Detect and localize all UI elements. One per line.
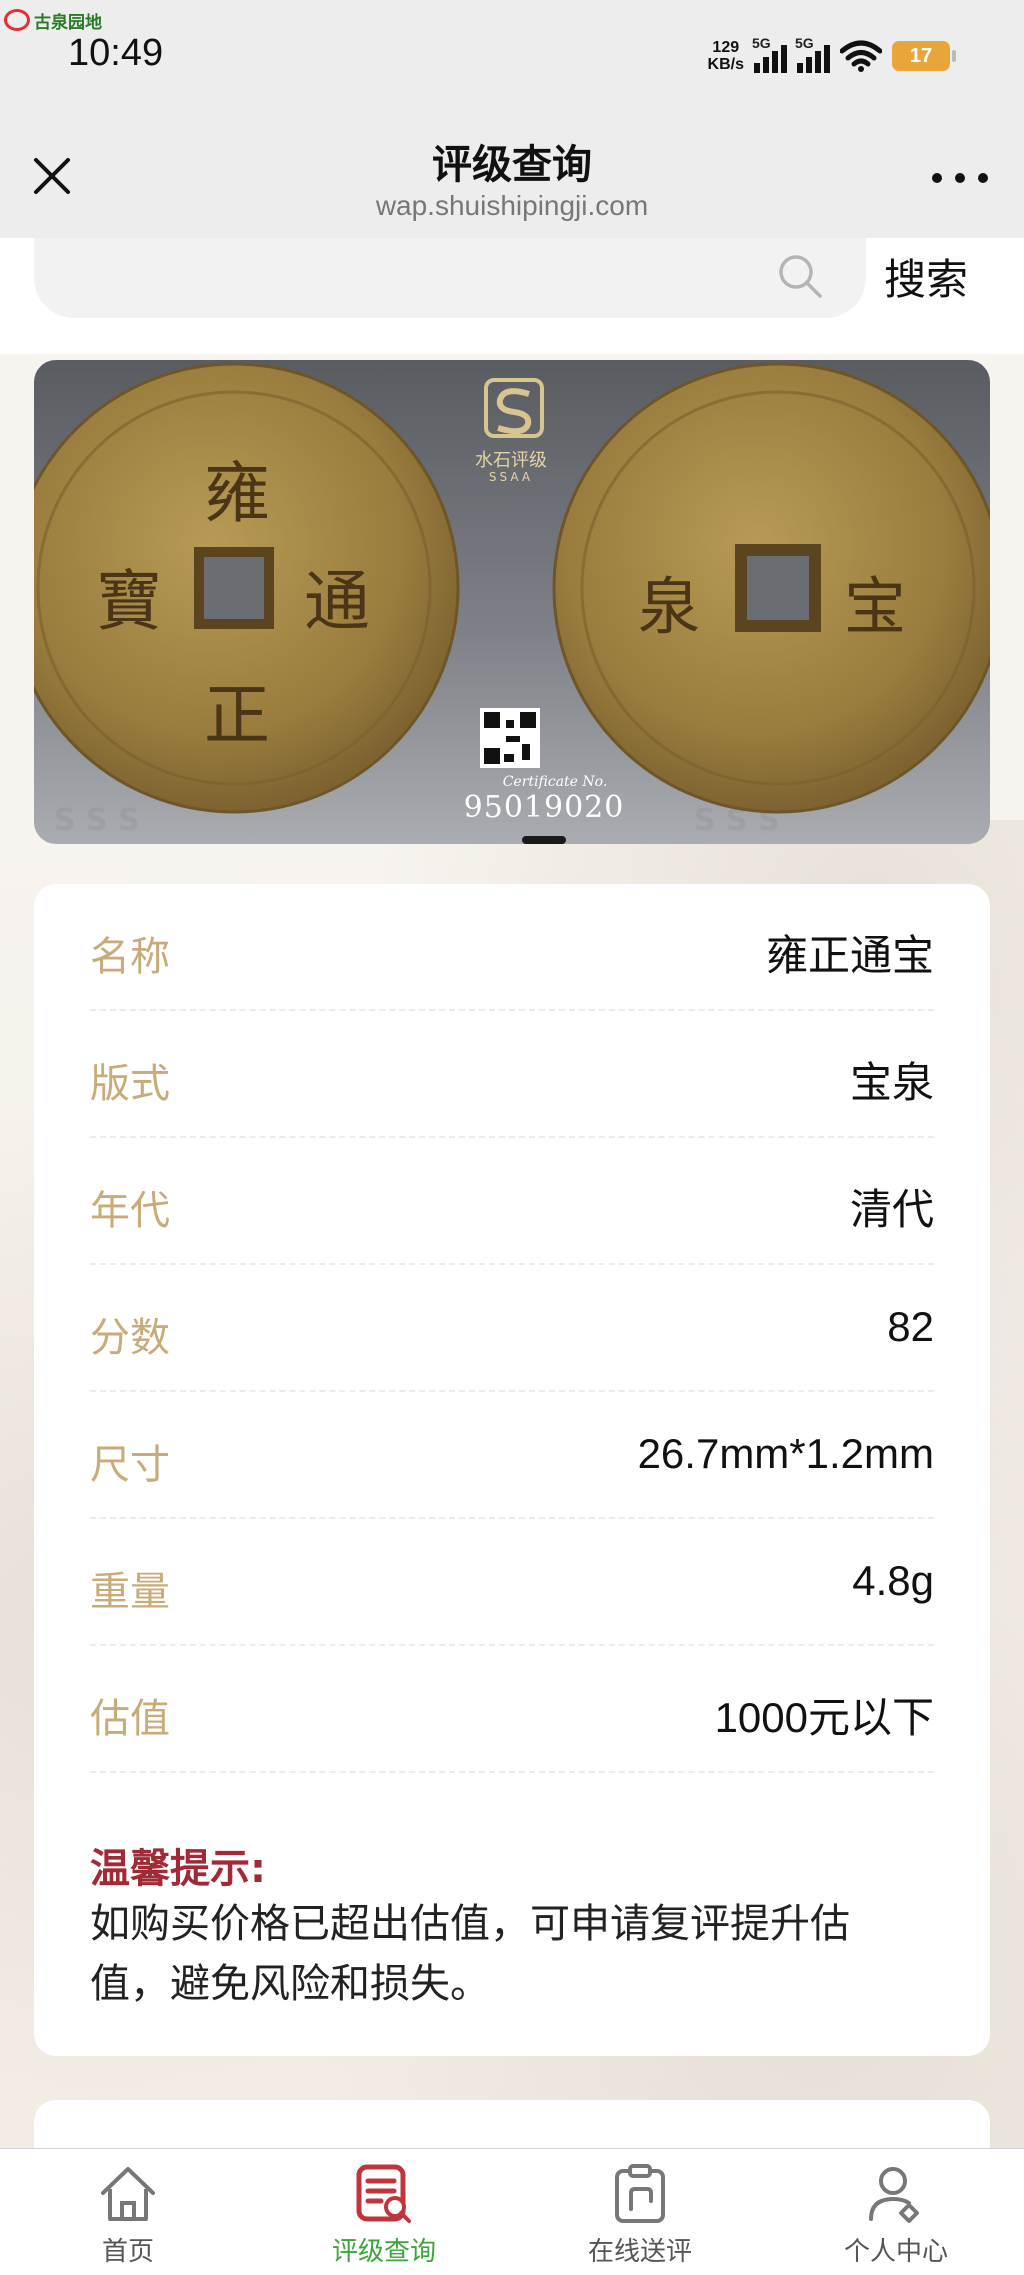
signal-2-icon: 5G: [795, 35, 830, 73]
brand-abbr: SSAA: [488, 470, 534, 484]
page-url: wap.shuishipingji.com: [375, 190, 649, 221]
dot-icon: [955, 173, 965, 183]
clock: 10:49: [68, 32, 164, 74]
wifi-icon: [839, 39, 883, 73]
detail-row-valuation: 估值 1000元以下: [90, 1646, 934, 1773]
tab-grading-query[interactable]: 评级查询: [256, 2149, 512, 2275]
search-icon: [779, 255, 822, 298]
tab-home-label: 首页: [101, 2237, 154, 2267]
page-title: 评级查询: [432, 142, 592, 188]
coin-photo-carousel[interactable]: S S SS S S S SS S 水石评级 SSAA 雍 正 通: [34, 360, 990, 844]
certificate-number: 95019020: [463, 790, 625, 825]
tab-profile[interactable]: 个人中心: [768, 2149, 1024, 2275]
svg-text:S S S: S S S: [54, 803, 140, 838]
dot-icon: [932, 173, 942, 183]
status-bar: 古泉园地 10:49 129 KB/s 5G 5G 17: [0, 0, 1024, 120]
status-icons: 129 KB/s 5G 5G 17: [707, 34, 956, 78]
detail-row-score: 分数 82: [90, 1265, 934, 1392]
search-button[interactable]: 搜索: [884, 246, 968, 307]
detail-row-name: 名称 雍正通宝: [90, 884, 934, 1011]
brand-name: 水石评级: [475, 450, 547, 471]
carrier-badge: 古泉园地: [4, 6, 102, 34]
grading-details-card: 名称 雍正通宝 版式 宝泉 年代 清代 分数 82 尺寸 26.7mm*1.2m…: [34, 884, 990, 2056]
dot-icon: [978, 173, 988, 183]
tip-title: 温馨提示:: [90, 1846, 266, 1892]
ssaa-logo: [484, 378, 544, 438]
coin-char-right: 通: [304, 563, 370, 640]
tab-home[interactable]: 首页: [0, 2149, 256, 2275]
network-speed: 129 KB/s: [707, 39, 744, 73]
carousel-indicator: [522, 836, 566, 844]
reverse-char-left: 泉: [638, 570, 701, 643]
detail-row-size: 尺寸 26.7mm*1.2mm: [90, 1392, 934, 1519]
carrier-logo-icon: [4, 9, 30, 31]
search-document-icon: [356, 2164, 411, 2223]
tab-online-submit[interactable]: 在线送评: [512, 2149, 768, 2275]
home-icon: [101, 2167, 155, 2221]
coin-char-left: 寶: [96, 563, 162, 640]
signal-1-icon: 5G: [752, 35, 787, 73]
carrier-name: 古泉园地: [34, 12, 102, 32]
tip-text: 如购买价格已超出估值，可申请复评提升估值，避免风险和损失。: [90, 1901, 850, 2007]
battery-icon: 17: [892, 41, 956, 71]
tab-grading-query-label: 评级查询: [331, 2237, 436, 2267]
user-icon: [869, 2167, 919, 2223]
coin-char-bottom: 正: [204, 677, 270, 754]
more-menu-button[interactable]: [932, 168, 988, 188]
detail-row-variety: 版式 宝泉: [90, 1011, 934, 1138]
certificate-label: Certificate No.: [502, 774, 608, 790]
qr-code-icon: [480, 708, 540, 768]
coin-char-top: 雍: [204, 455, 270, 532]
nav-header: 评级查询 wap.shuishipingji.com: [0, 120, 1024, 238]
bottom-tab-bar: 首页 评级查询 在线送评 个人中心: [0, 2148, 1024, 2275]
search-area: 搜索: [0, 238, 1024, 354]
clipboard-hand-icon: [615, 2164, 665, 2223]
detail-row-weight: 重量 4.8g: [90, 1519, 934, 1646]
tab-online-submit-label: 在线送评: [587, 2237, 692, 2267]
search-input[interactable]: [34, 238, 866, 318]
tab-profile-label: 个人中心: [843, 2237, 948, 2267]
detail-row-era: 年代 清代: [90, 1138, 934, 1265]
reverse-char-right: 宝: [844, 570, 907, 643]
